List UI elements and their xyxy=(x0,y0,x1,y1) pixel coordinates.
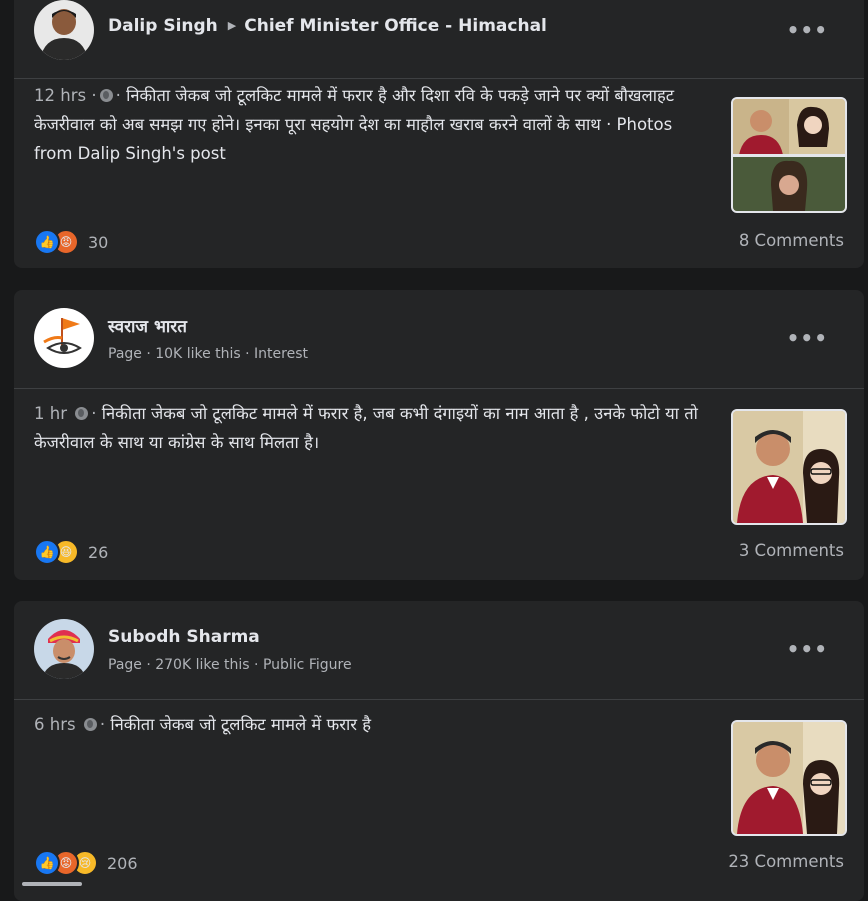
reaction-count: 206 xyxy=(107,853,138,873)
post-body: 6 hrs · निकीता जेकब जो टूलकिट मामले में … xyxy=(14,700,864,900)
author-name[interactable]: स्वराज भारत xyxy=(108,317,187,337)
post-message: निकीता जेकब जो टूलकिट मामले में फरार है xyxy=(110,715,372,734)
author-name[interactable]: Dalip Singh xyxy=(108,16,218,36)
author-row: स्वराज भारत xyxy=(108,314,187,337)
avatar[interactable] xyxy=(34,619,94,679)
separator: · xyxy=(91,404,97,423)
page-meta: Page · 10K like this · Interest xyxy=(108,346,308,362)
post-card-3: Subodh Sharma Page · 270K like this · Pu… xyxy=(14,601,864,901)
post-time[interactable]: 6 hrs xyxy=(34,715,76,734)
page-meta: Page · 270K like this · Public Figure xyxy=(108,657,352,673)
photo xyxy=(733,411,845,523)
avatar-image xyxy=(34,0,94,60)
author-row: Dalip Singh ▶ Chief Minister Office - Hima… xyxy=(108,16,547,36)
separator: · xyxy=(99,715,106,734)
like-icon: 👍 xyxy=(34,229,60,255)
comments-count-link[interactable]: 8 Comments xyxy=(739,231,844,250)
globe-icon xyxy=(83,718,97,731)
more-options-button[interactable]: ••• xyxy=(787,326,828,350)
globe-icon xyxy=(75,407,89,420)
post-text: 6 hrs · निकीता जेकब जो टूलकिट मामले में … xyxy=(34,710,714,739)
post-photo-thumbnail[interactable] xyxy=(731,409,847,525)
post-message: निकीता जेकब जो टूलकिट मामले में फरार है,… xyxy=(34,404,698,452)
more-options-button[interactable]: ••• xyxy=(787,637,828,661)
post-time[interactable]: 12 hrs xyxy=(34,86,86,105)
reaction-count: 30 xyxy=(88,232,109,252)
post-body: 12 hrs · · निकीता जेकब जो टूलकिट मामले मे… xyxy=(14,79,864,268)
post-card-1: Dalip Singh ▶ Chief Minister Office - Hima… xyxy=(14,0,864,268)
more-options-button[interactable]: ••• xyxy=(787,18,828,42)
post-text: 12 hrs · · निकीता जेकब जो टूलकिट मामले मे… xyxy=(34,81,714,168)
post-photo-thumbnail[interactable] xyxy=(731,720,847,836)
avatar-image xyxy=(34,619,94,679)
reactions-summary[interactable]: 👍 😡 30 xyxy=(34,229,108,255)
author-row: Subodh Sharma xyxy=(108,627,260,647)
avatar[interactable] xyxy=(34,308,94,368)
post-header: स्वराज भारत Page · 10K like this · Inter… xyxy=(14,290,864,388)
reaction-count: 26 xyxy=(88,542,109,562)
comments-count-link[interactable]: 3 Comments xyxy=(739,541,844,560)
author-name[interactable]: Subodh Sharma xyxy=(108,627,260,647)
photo xyxy=(733,722,845,834)
post-header: Subodh Sharma Page · 270K like this · Pu… xyxy=(14,601,864,699)
comments-count-link[interactable]: 23 Comments xyxy=(728,852,844,871)
group-name[interactable]: Chief Minister Office - Himachal xyxy=(244,16,547,36)
reactions-summary[interactable]: 👍 😆 26 xyxy=(34,539,108,565)
post-message: निकीता जेकब जो टूलकिट मामले में फरार है … xyxy=(34,86,675,163)
post-card-2: स्वराज भारत Page · 10K like this · Inter… xyxy=(14,290,864,580)
like-icon: 👍 xyxy=(34,850,60,876)
globe-icon xyxy=(99,89,113,102)
horizontal-scrollbar[interactable] xyxy=(22,882,82,886)
reactions-summary[interactable]: 👍 😡 😢 206 xyxy=(34,850,138,876)
post-header: Dalip Singh ▶ Chief Minister Office - Hima… xyxy=(14,0,864,78)
separator: · xyxy=(91,86,97,105)
separator: · xyxy=(115,86,121,105)
avatar[interactable] xyxy=(34,0,94,60)
post-photo-thumbnail[interactable] xyxy=(731,97,847,213)
post-text: 1 hr · निकीता जेकब जो टूलकिट मामले में फ… xyxy=(34,399,714,457)
post-time[interactable]: 1 hr xyxy=(34,404,67,423)
post-body: 1 hr · निकीता जेकब जो टूलकिट मामले में फ… xyxy=(14,389,864,580)
like-icon: 👍 xyxy=(34,539,60,565)
caret-right-icon: ▶ xyxy=(227,19,237,32)
avatar-image xyxy=(34,308,94,368)
photo-collage xyxy=(733,99,845,211)
